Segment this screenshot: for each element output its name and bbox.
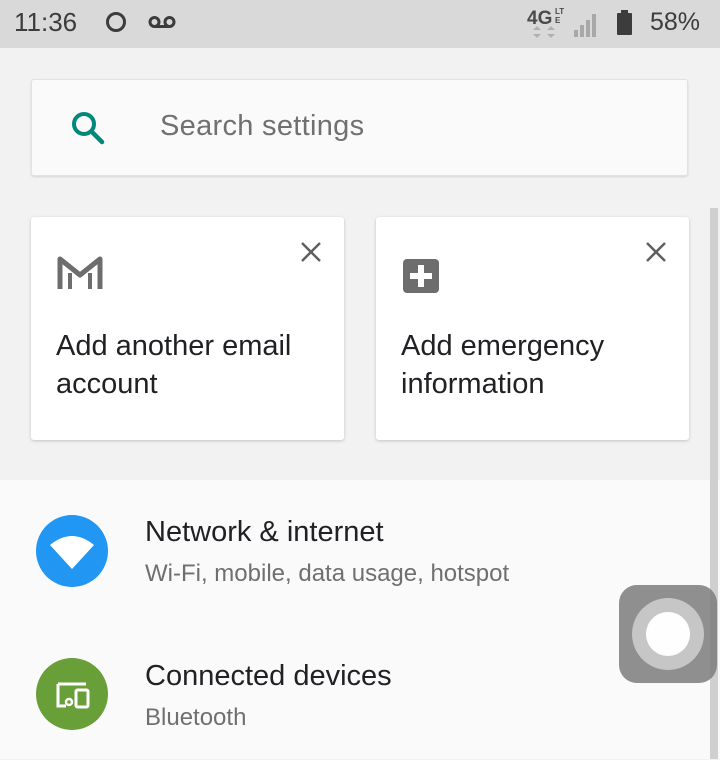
item-title: Connected devices xyxy=(145,660,392,692)
item-title: Network & internet xyxy=(145,516,384,548)
battery-icon xyxy=(617,10,632,35)
search-bar[interactable]: Search settings xyxy=(31,79,688,176)
svg-text:E: E xyxy=(555,16,561,25)
settings-list: Network & internet Wi-Fi, mobile, data u… xyxy=(0,480,720,759)
suggestion-card-emergency[interactable]: Add emergency information xyxy=(376,217,689,440)
svg-text:4G: 4G xyxy=(527,8,552,29)
suggestion-text: Add another email account xyxy=(56,330,292,400)
voicemail-icon xyxy=(148,16,176,28)
search-icon xyxy=(72,112,105,145)
medical-plus-icon xyxy=(403,259,439,293)
wifi-icon xyxy=(36,515,108,587)
status-bar: 11:36 4G LT E 58% xyxy=(0,0,720,48)
signal-icon xyxy=(574,14,596,37)
svg-text:LT: LT xyxy=(555,7,564,16)
close-icon[interactable] xyxy=(300,241,322,263)
sync-circle-icon xyxy=(106,12,126,32)
item-subtitle: Wi-Fi, mobile, data usage, hotspot xyxy=(145,560,510,587)
search-placeholder: Search settings xyxy=(160,110,365,142)
gmail-icon xyxy=(57,256,103,289)
settings-item-network[interactable]: Network & internet Wi-Fi, mobile, data u… xyxy=(0,480,720,620)
lte-icon: 4G LT E xyxy=(527,7,564,38)
settings-item-connected-devices[interactable]: Connected devices Bluetooth xyxy=(0,620,720,760)
assistive-touch-icon xyxy=(632,598,704,670)
status-time: 11:36 xyxy=(14,7,78,37)
close-icon[interactable] xyxy=(645,241,667,263)
item-subtitle: Bluetooth xyxy=(145,704,247,731)
suggestion-card-email[interactable]: Add another email account xyxy=(31,217,344,440)
battery-percent: 58% xyxy=(650,8,701,36)
devices-icon xyxy=(36,658,108,730)
suggestion-text: Add emergency information xyxy=(401,330,605,400)
assistive-touch-button[interactable] xyxy=(619,585,717,683)
